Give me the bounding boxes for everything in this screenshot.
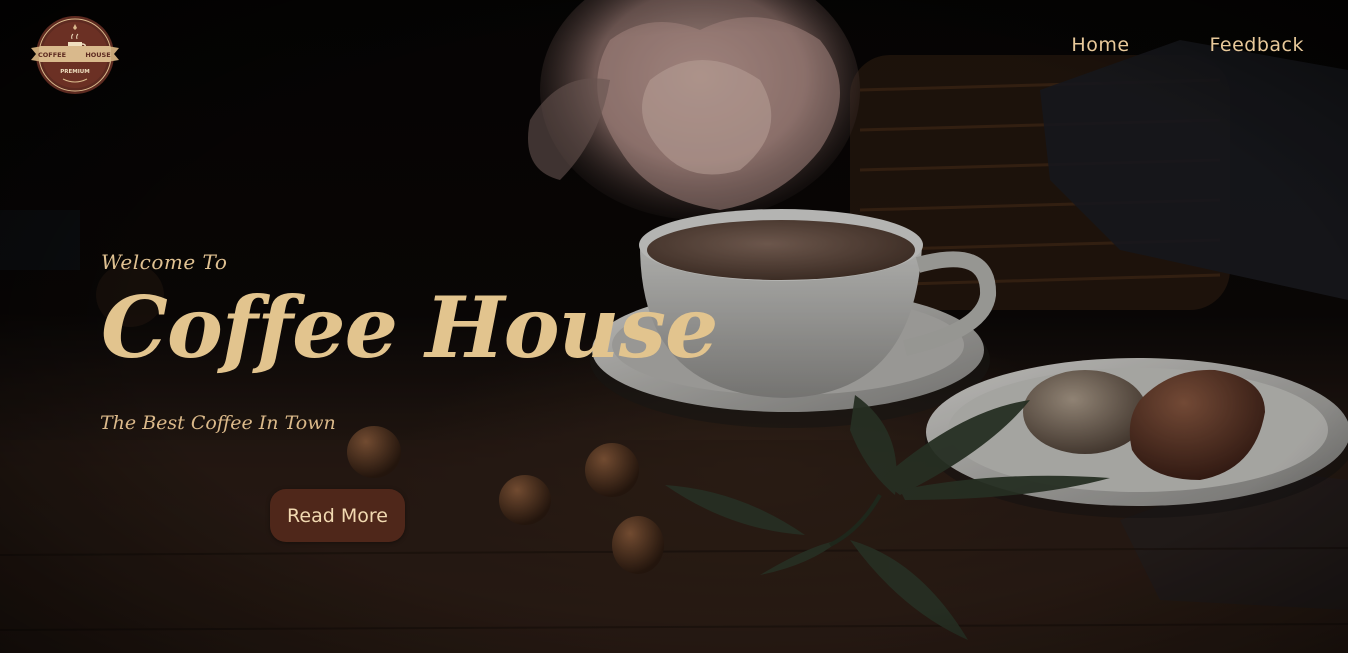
svg-text:PREMIUM: PREMIUM bbox=[60, 69, 89, 75]
read-more-button[interactable]: Read More bbox=[270, 489, 405, 542]
coffee-house-logo[interactable]: COFFEE HOUSE PREMIUM bbox=[31, 14, 119, 96]
nav-home-link[interactable]: Home bbox=[1071, 34, 1129, 56]
hero-section: COFFEE HOUSE PREMIUM Home Feedback Welco… bbox=[0, 0, 1348, 653]
nav-feedback-link[interactable]: Feedback bbox=[1210, 34, 1304, 56]
main-nav: Home Feedback bbox=[1071, 34, 1304, 56]
welcome-text: Welcome To bbox=[101, 250, 228, 274]
page-title: Coffee House bbox=[101, 278, 718, 377]
svg-text:HOUSE: HOUSE bbox=[85, 51, 110, 59]
svg-text:COFFEE: COFFEE bbox=[38, 51, 66, 59]
tagline-text: The Best Coffee In Town bbox=[100, 412, 336, 434]
